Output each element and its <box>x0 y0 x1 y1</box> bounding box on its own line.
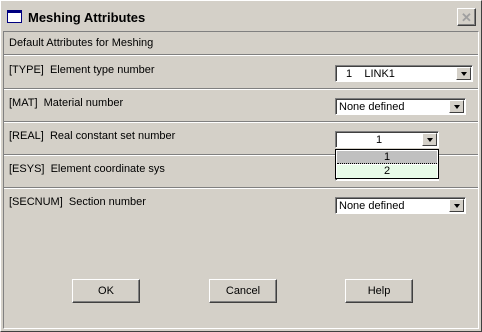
mat-label: [MAT] Material number <box>9 97 124 109</box>
help-button[interactable]: Help <box>345 279 413 303</box>
secnum-label: [SECNUM] Section number <box>9 196 146 208</box>
real-constant-dropdown-list: 1 2 <box>335 149 439 179</box>
chevron-down-icon[interactable] <box>456 67 471 80</box>
divider <box>4 88 478 90</box>
title-bar[interactable]: Meshing Attributes ✕ <box>2 2 480 31</box>
chevron-down-icon[interactable] <box>449 100 464 113</box>
element-type-select[interactable]: 1 LINK1 <box>335 65 473 82</box>
section-value: None defined <box>339 200 405 212</box>
divider <box>4 121 478 123</box>
element-type-value: 1 LINK1 <box>346 68 395 80</box>
chevron-down-icon[interactable] <box>449 199 464 212</box>
section-header: Default Attributes for Meshing <box>9 37 154 49</box>
window-title: Meshing Attributes <box>28 10 146 25</box>
close-button[interactable]: ✕ <box>457 8 476 26</box>
divider <box>4 54 478 56</box>
real-label: [REAL] Real constant set number <box>9 130 176 142</box>
chevron-down-icon[interactable] <box>422 133 437 146</box>
dropdown-option-1[interactable]: 1 <box>337 151 437 164</box>
material-value: None defined <box>339 101 405 113</box>
section-select[interactable]: None defined <box>335 197 466 214</box>
esys-label: [ESYS] Element coordinate sys <box>9 163 165 175</box>
close-icon: ✕ <box>461 9 472 25</box>
cancel-button[interactable]: Cancel <box>209 279 277 303</box>
dropdown-option-2[interactable]: 2 <box>337 165 437 178</box>
window-icon <box>7 10 22 23</box>
divider <box>4 187 478 189</box>
meshing-attributes-dialog: Meshing Attributes ✕ Default Attributes … <box>0 0 482 332</box>
real-constant-value: 1 <box>375 134 383 146</box>
real-constant-select[interactable]: 1 <box>335 131 439 148</box>
material-select[interactable]: None defined <box>335 98 466 115</box>
ok-button[interactable]: OK <box>72 279 140 303</box>
type-label: [TYPE] Element type number <box>9 64 155 76</box>
